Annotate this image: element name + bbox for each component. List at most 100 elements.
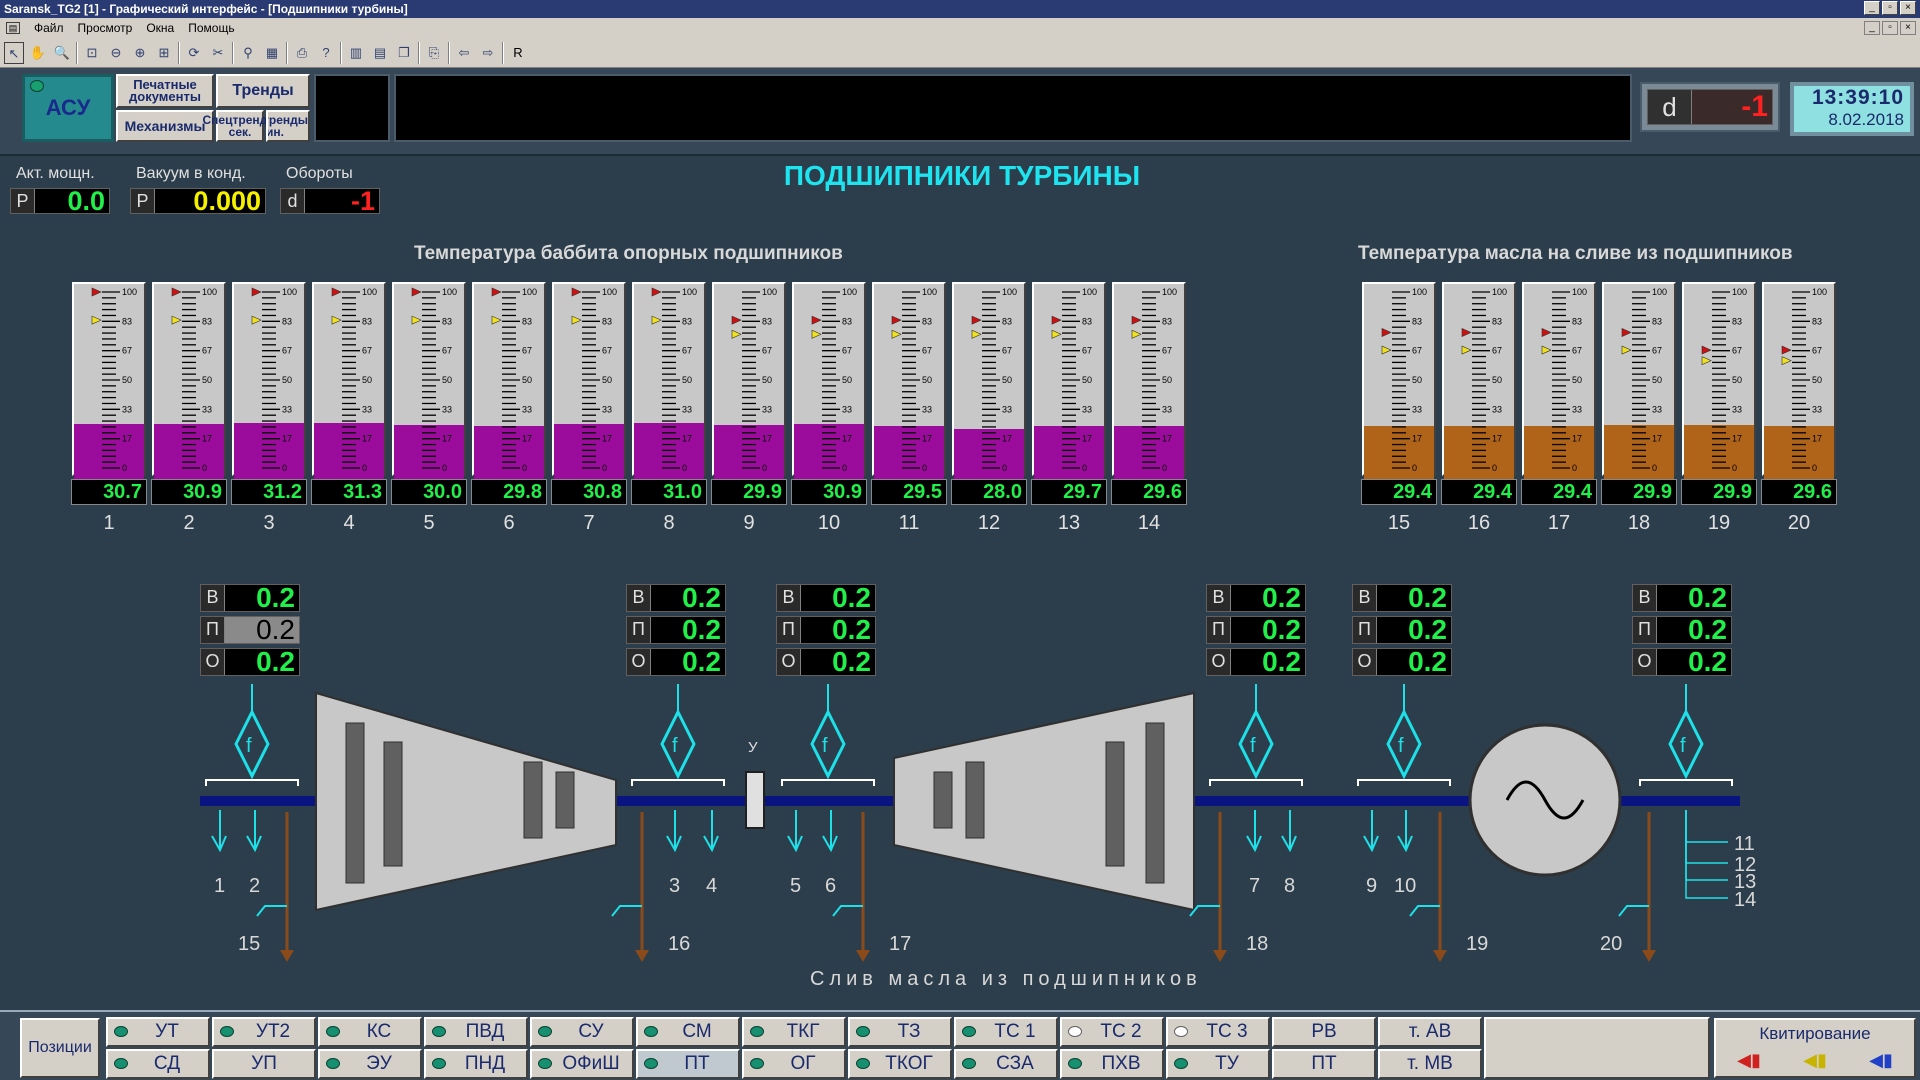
position-button[interactable]: СМ <box>636 1017 740 1047</box>
empty-button-area <box>1484 1017 1710 1079</box>
zoom-icon[interactable]: 🔍 <box>52 42 72 64</box>
menu-help[interactable]: Помощь <box>188 21 234 35</box>
position-button[interactable]: ТКГ <box>742 1017 846 1047</box>
temperature-gauge: 100 83 67 50 33 17 0 29.4 16 <box>1441 282 1517 534</box>
help-icon[interactable]: ? <box>316 42 336 64</box>
speaker-red-icon[interactable]: ◀▮ <box>1737 1050 1761 1071</box>
window-title: Saransk_TG2 [1] - Графический интерфейс … <box>4 2 408 16</box>
gauge-scale-label: 17 <box>762 434 772 444</box>
position-button[interactable]: КС <box>318 1017 422 1047</box>
gauge-scale-label: 0 <box>1412 463 1417 473</box>
vibration-indicator: О 0.2 <box>776 648 876 676</box>
zoom-in-icon[interactable]: ⊕ <box>130 42 150 64</box>
vibration-value: 0.2 <box>651 584 725 612</box>
position-button[interactable]: т. АВ <box>1378 1017 1482 1047</box>
gauge-scale-label: 0 <box>1652 463 1657 473</box>
speaker-blue-icon[interactable]: ◀▮ <box>1869 1050 1893 1071</box>
vibration-indicator: О 0.2 <box>1206 648 1306 676</box>
position-button[interactable]: СЗА <box>954 1049 1058 1079</box>
gauge-scale-label: 17 <box>522 434 532 444</box>
position-button[interactable]: ТС 3 <box>1166 1017 1270 1047</box>
zoom-fit-icon[interactable]: ⊡ <box>82 42 102 64</box>
app-icon[interactable]: ▤ <box>6 22 20 34</box>
trends-button[interactable]: Тренды <box>216 74 310 108</box>
mdi-minimize-icon[interactable]: _ <box>1864 21 1880 35</box>
mdi-restore-icon[interactable]: ▫ <box>1882 21 1898 35</box>
bearing-bracket <box>631 779 725 786</box>
acknowledge-panel[interactable]: Квитирование ◀▮ ◀▮ ◀▮ <box>1714 1018 1916 1078</box>
gauge-scale-label: 17 <box>1652 434 1662 444</box>
temperature-gauge: 100 83 67 50 33 17 0 30.8 7 <box>551 282 627 534</box>
zoom-out-icon[interactable]: ⊖ <box>106 42 126 64</box>
position-button[interactable]: ПНД <box>424 1049 528 1079</box>
coupling-label: У <box>748 739 758 756</box>
vibration-value: 0.2 <box>1657 648 1731 676</box>
mechanisms-button[interactable]: Механизмы <box>116 110 214 142</box>
position-button[interactable]: УТ <box>106 1017 210 1047</box>
vibration-indicator: В 0.2 <box>626 584 726 612</box>
layout-cols-icon[interactable]: ▥ <box>346 42 366 64</box>
gauge-scale-label: 67 <box>282 346 292 356</box>
r-button[interactable]: R <box>508 42 528 64</box>
zoom-area-icon[interactable]: ⊞ <box>154 42 174 64</box>
menu-view[interactable]: Просмотр <box>78 21 133 35</box>
spectrends-sec-button[interactable]: Спецтренды сек. <box>203 110 277 142</box>
position-button[interactable]: ТС 2 <box>1060 1017 1164 1047</box>
vibration-key: В <box>777 585 801 611</box>
refresh-icon[interactable]: ⟳ <box>184 42 204 64</box>
position-button[interactable]: ПТ <box>1272 1049 1376 1079</box>
position-label: ТКОГ <box>885 1053 933 1074</box>
position-button[interactable]: ПТ <box>636 1049 740 1079</box>
windows-icon[interactable]: ❐ <box>394 42 414 64</box>
position-button[interactable]: УТ2 <box>212 1017 316 1047</box>
speaker-yellow-icon[interactable]: ◀▮ <box>1803 1050 1827 1071</box>
position-button[interactable]: УП <box>212 1049 316 1079</box>
network-icon[interactable]: ⎘ <box>424 42 444 64</box>
binoculars-icon[interactable]: ⚲ <box>238 42 258 64</box>
bearing-bracket <box>1209 779 1303 786</box>
position-button[interactable]: ОГ <box>742 1049 846 1079</box>
position-button[interactable]: ТС 1 <box>954 1017 1058 1047</box>
position-button[interactable]: ТЗ <box>848 1017 952 1047</box>
position-button[interactable]: ЭУ <box>318 1049 422 1079</box>
print-docs-button[interactable]: Печатные документы <box>116 74 214 108</box>
gauge-scale-label: 83 <box>842 316 852 326</box>
print-icon[interactable]: ⎙ <box>292 42 312 64</box>
position-button[interactable]: ТУ <box>1166 1049 1270 1079</box>
gauge-value: 29.7 <box>1031 479 1107 505</box>
position-button[interactable]: СУ <box>530 1017 634 1047</box>
menu-file[interactable]: Файл <box>34 21 64 35</box>
position-button[interactable]: РВ <box>1272 1017 1376 1047</box>
menu-windows[interactable]: Окна <box>146 21 174 35</box>
position-button[interactable]: СД <box>106 1049 210 1079</box>
position-button[interactable]: ПХВ <box>1060 1049 1164 1079</box>
position-button[interactable]: т. МВ <box>1378 1049 1482 1079</box>
drain-number: 18 <box>1246 933 1268 955</box>
gauge-scale-label: 83 <box>1162 316 1172 326</box>
gauge-scale-label: 17 <box>1082 434 1092 444</box>
status-led-icon <box>1174 1026 1188 1037</box>
status-led-icon <box>1068 1058 1082 1069</box>
position-button[interactable]: ТКОГ <box>848 1049 952 1079</box>
gauge-scale-label: 33 <box>922 404 932 414</box>
gauge-number: 6 <box>503 512 515 534</box>
layout-rows-icon[interactable]: ▤ <box>370 42 390 64</box>
acknowledge-label: Квитирование <box>1759 1024 1871 1043</box>
gauge-scale-label: 17 <box>682 434 692 444</box>
mdi-close-icon[interactable]: × <box>1900 21 1916 35</box>
position-button[interactable]: ПВД <box>424 1017 528 1047</box>
positions-button[interactable]: Позиции <box>20 1018 100 1078</box>
spectrends-min-button[interactable]: Спецтренды мин. <box>266 110 310 142</box>
tools-icon[interactable]: ✂ <box>208 42 228 64</box>
close-icon[interactable]: × <box>1900 1 1916 15</box>
yellow-setpoint-marker <box>651 315 662 325</box>
pointer-icon[interactable]: ↖ <box>4 41 24 64</box>
position-button[interactable]: ОФиШ <box>530 1049 634 1079</box>
back-arrow-icon[interactable]: ⇦ <box>454 42 474 64</box>
hand-icon[interactable]: ✋ <box>28 42 48 64</box>
minimize-icon[interactable]: _ <box>1864 1 1880 15</box>
calendar-icon[interactable]: ▦ <box>262 42 282 64</box>
forward-arrow-icon[interactable]: ⇨ <box>478 42 498 64</box>
maximize-icon[interactable]: ▫ <box>1882 1 1898 15</box>
gauge-scale-label: 83 <box>1002 316 1012 326</box>
